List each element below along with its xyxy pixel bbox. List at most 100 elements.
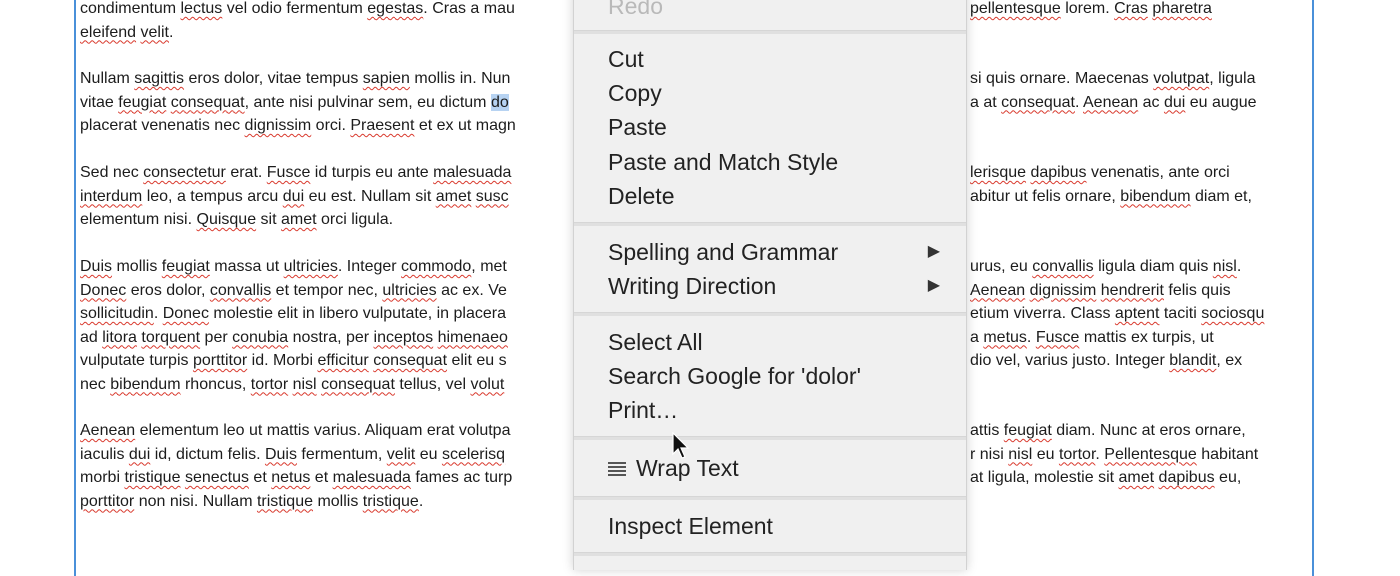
text-run: . Cras a mau [423, 0, 515, 17]
misspelled-word: inceptos [373, 328, 434, 346]
misspelled-word: aptent [1114, 305, 1160, 322]
text-run: elementum leo ut mattis varius. Aliquam … [135, 422, 511, 439]
paragraph-3-right: lerisque dapibus venenatis, ante orci abi… [970, 161, 1310, 208]
menu-item-paste-and-match-style[interactable]: Paste and Match Style [608, 146, 946, 178]
text-line: etium viverra. Class aptent taciti socio… [970, 302, 1310, 326]
text-line: abitur ut felis ornare, bibendum diam et… [970, 185, 1310, 209]
text-run: iaculis [80, 445, 129, 463]
menu-item-print[interactable]: Print… [608, 394, 946, 426]
text-run: placerat venenatis nec [80, 117, 245, 134]
menu-separator [574, 312, 966, 316]
misspelled-word: Fusce [266, 164, 311, 181]
misspelled-word: Aenean [80, 422, 136, 439]
menu-item-inspect-element[interactable]: Inspect Element [608, 510, 946, 542]
text-run: felis quis [1163, 281, 1231, 299]
text-run: habitant [1196, 445, 1259, 463]
misspelled-word: bibendum [110, 375, 181, 393]
misspelled-word: consequat [321, 375, 395, 393]
menu-item-spelling-and-grammar[interactable]: Spelling and Grammar ▶ [608, 236, 946, 268]
text-run: . [1095, 445, 1105, 463]
menu-item-select-all[interactable]: Select All [608, 326, 946, 358]
text-run: mollis [313, 492, 363, 510]
menu-item-cut[interactable]: Cut [608, 43, 946, 75]
menu-item-wrap-text[interactable]: Wrap Text [608, 452, 946, 484]
text-run: Sed nec [80, 164, 144, 181]
misspelled-word: scelerisq [441, 445, 506, 463]
text-run: et [310, 469, 333, 486]
text-line: lerisque dapibus venenatis, ante orci [970, 161, 1310, 185]
text-run: eu [415, 445, 442, 463]
text-run: fames ac turp [410, 469, 513, 486]
misspelled-word: conubia [232, 328, 289, 346]
misspelled-word: commodo [401, 258, 472, 275]
misspelled-word: convallis [209, 281, 272, 299]
misspelled-word: Quisque [196, 211, 257, 228]
text-run: fermentum, [296, 445, 387, 463]
text-run: id, dictum felis. [150, 445, 265, 463]
text-run: . [418, 492, 424, 510]
misspelled-word: tortor [1058, 445, 1096, 463]
text-run: ligula diam quis [1093, 258, 1213, 275]
chevron-right-icon: ▶ [927, 243, 940, 260]
text-run: , ante nisi pulvinar sem, eu dictum [244, 93, 491, 111]
misspelled-word: himenaeo [437, 328, 508, 346]
misspelled-word: consectetur [143, 164, 226, 181]
misspelled-word: Cras [1114, 0, 1148, 17]
misspelled-word: Aenean [970, 281, 1026, 299]
text-run: a [970, 328, 984, 346]
text-run: nec [80, 375, 111, 393]
misspelled-word: porttitor [80, 492, 135, 510]
text-run: morbi [80, 469, 125, 486]
misspelled-word: pharetra [1152, 0, 1212, 17]
misspelled-word: interdum [80, 187, 143, 205]
text-run: a at [970, 93, 1002, 111]
text-run: eu, [1214, 469, 1242, 486]
misspelled-word: senectus [184, 469, 249, 486]
menu-separator [574, 222, 966, 226]
misspelled-word: lectus [180, 0, 223, 17]
menu-item-paste[interactable]: Paste [608, 111, 946, 143]
misspelled-word: dignissim [244, 117, 312, 134]
menu-item-copy[interactable]: Copy [608, 77, 946, 109]
menu-item-delete[interactable]: Delete [608, 180, 946, 212]
wrap-text-icon [608, 461, 626, 477]
menu-item-writing-direction[interactable]: Writing Direction ▶ [608, 270, 946, 302]
misspelled-word: porttitor [192, 352, 248, 369]
menu-separator [574, 496, 966, 500]
text-run: vitae [80, 93, 119, 111]
text-run: vulputate turpis [80, 352, 193, 369]
text-run: diam et, [1190, 187, 1252, 205]
misspelled-word: tortor [250, 375, 289, 393]
misspelled-word: torquent [141, 328, 201, 346]
text-run: orci ligula. [316, 211, 394, 228]
menu-separator [574, 436, 966, 440]
misspelled-word: amet [280, 211, 317, 228]
text-line: si quis ornare. Maecenas volutpat, ligul… [970, 67, 1310, 91]
text-run: attis [970, 422, 1004, 439]
text-line: pellentesque lorem. Cras pharetra [970, 0, 1310, 21]
text-run: elementum nisi. [80, 211, 197, 228]
text-run: et ex ut magn [414, 117, 516, 134]
text-line: Aenean dignissim hendrerit felis quis [970, 279, 1310, 303]
text-run: tellus, vel [394, 375, 471, 393]
text-run: vel odio fermentum [222, 0, 368, 17]
misspelled-word: susc [475, 187, 509, 205]
menu-item-search-google[interactable]: Search Google for 'dolor' [608, 360, 946, 392]
misspelled-word: consequat [1001, 93, 1075, 111]
text-run: eros dolor, [126, 281, 210, 299]
text-run: . [153, 305, 163, 322]
misspelled-word: sociosqu [1201, 305, 1265, 322]
context-menu: Redo Cut Copy Paste Paste and Match Styl… [573, 0, 967, 570]
text-run: molestie elit in libero vulputate, in pl… [208, 305, 506, 322]
text-run: sit [256, 211, 281, 228]
misspelled-word: sagittis [134, 70, 185, 87]
misspelled-word: Duis [80, 258, 113, 275]
misspelled-word: feugiat [118, 93, 167, 111]
text-run: etium viverra. Class [970, 305, 1115, 322]
misspelled-word: blandit [1169, 352, 1217, 369]
misspelled-word: Duis [264, 445, 297, 463]
text-line: a metus. Fusce mattis ex turpis, ut [970, 326, 1310, 350]
text-run: dio vel, varius justo. Integer [970, 352, 1170, 369]
text-run: et [248, 469, 272, 486]
misspelled-word: feugiat [1003, 422, 1052, 439]
